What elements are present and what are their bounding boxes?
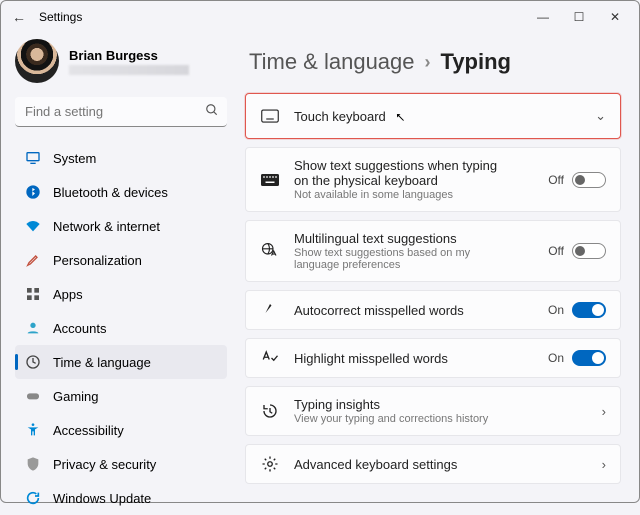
accessibility-icon — [25, 422, 41, 438]
card-title: Typing insights — [294, 397, 588, 412]
sidebar-item-update[interactable]: Windows Update — [15, 481, 227, 515]
user-subline — [69, 65, 189, 75]
clock-globe-icon — [25, 354, 41, 370]
card-subtitle: View your typing and corrections history — [294, 413, 588, 425]
avatar — [15, 39, 59, 83]
back-button[interactable]: ← — [7, 9, 31, 25]
sidebar-item-label: Network & internet — [53, 219, 160, 234]
chevron-right-icon: › — [602, 404, 606, 419]
sidebar-item-accessibility[interactable]: Accessibility — [15, 413, 227, 447]
card-title: Advanced keyboard settings — [294, 457, 588, 472]
card-title: Multilingual text suggestions — [294, 231, 534, 246]
bluetooth-icon — [25, 184, 41, 200]
history-icon — [260, 402, 280, 420]
sidebar-item-apps[interactable]: Apps — [15, 277, 227, 311]
page-title: Typing — [441, 49, 511, 75]
breadcrumb: Time & language › Typing — [249, 49, 621, 75]
sidebar-item-label: Apps — [53, 287, 83, 302]
maximize-button[interactable]: ☐ — [561, 10, 597, 24]
card-highlight-misspelled[interactable]: Highlight misspelled words On — [245, 338, 621, 378]
apps-icon — [25, 286, 41, 302]
spellcheck-icon — [260, 349, 280, 367]
person-icon — [25, 320, 41, 336]
card-autocorrect[interactable]: Autocorrect misspelled words On — [245, 290, 621, 330]
sidebar-item-label: System — [53, 151, 96, 166]
chevron-right-icon: › — [425, 52, 431, 73]
card-multilingual[interactable]: Multilingual text suggestions Show text … — [245, 220, 621, 282]
user-name: Brian Burgess — [69, 48, 189, 63]
sidebar-item-personalization[interactable]: Personalization — [15, 243, 227, 277]
user-block[interactable]: Brian Burgess — [15, 39, 227, 83]
search-icon — [205, 103, 219, 117]
sidebar-item-bluetooth[interactable]: Bluetooth & devices — [15, 175, 227, 209]
toggle-state: On — [548, 303, 564, 317]
card-touch-keyboard[interactable]: Touch keyboard ⌄ ⭦ — [245, 93, 621, 139]
sidebar-item-gaming[interactable]: Gaming — [15, 379, 227, 413]
sidebar-item-system[interactable]: System — [15, 141, 227, 175]
update-icon — [25, 490, 41, 506]
sidebar: Brian Burgess System Bluetooth & devices… — [1, 33, 237, 502]
sidebar-item-label: Windows Update — [53, 491, 151, 506]
sparkle-icon — [260, 301, 280, 319]
sidebar-item-network[interactable]: Network & internet — [15, 209, 227, 243]
gear-icon — [260, 455, 280, 473]
card-subtitle: Show text suggestions based on my langua… — [294, 247, 494, 271]
wifi-icon — [25, 218, 41, 234]
search-input[interactable] — [15, 97, 227, 127]
sidebar-item-label: Privacy & security — [53, 457, 156, 472]
card-typing-insights[interactable]: Typing insights View your typing and cor… — [245, 386, 621, 436]
card-title: Show text suggestions when typing on the… — [294, 158, 514, 188]
breadcrumb-parent[interactable]: Time & language — [249, 49, 415, 75]
sidebar-item-privacy[interactable]: Privacy & security — [15, 447, 227, 481]
sidebar-item-label: Accessibility — [53, 423, 124, 438]
sidebar-item-label: Accounts — [53, 321, 106, 336]
card-title: Highlight misspelled words — [294, 351, 534, 366]
card-subtitle: Not available in some languages — [294, 189, 534, 201]
chevron-right-icon: › — [602, 457, 606, 472]
sidebar-item-label: Personalization — [53, 253, 142, 268]
keyboard-icon — [260, 109, 280, 123]
shield-icon — [25, 456, 41, 472]
titlebar: ← Settings — ☐ ✕ — [1, 1, 639, 33]
main-content: Time & language › Typing Touch keyboard … — [237, 33, 639, 502]
toggle-switch[interactable] — [572, 172, 606, 188]
toggle-switch[interactable] — [572, 243, 606, 259]
card-advanced-keyboard[interactable]: Advanced keyboard settings › — [245, 444, 621, 484]
toggle-state: Off — [548, 173, 564, 187]
minimize-button[interactable]: — — [525, 10, 561, 24]
chevron-down-icon: ⌄ — [595, 108, 606, 124]
toggle-switch[interactable] — [572, 302, 606, 318]
globe-text-icon — [260, 242, 280, 260]
close-button[interactable]: ✕ — [597, 10, 633, 24]
gamepad-icon — [25, 388, 41, 404]
card-title: Autocorrect misspelled words — [294, 303, 534, 318]
monitor-icon — [25, 150, 41, 166]
sidebar-item-label: Gaming — [53, 389, 99, 404]
sidebar-item-time-language[interactable]: Time & language — [15, 345, 227, 379]
toggle-switch[interactable] — [572, 350, 606, 366]
card-physical-suggestions[interactable]: Show text suggestions when typing on the… — [245, 147, 621, 212]
toggle-state: On — [548, 351, 564, 365]
sidebar-item-accounts[interactable]: Accounts — [15, 311, 227, 345]
keyboard-solid-icon — [260, 174, 280, 186]
sidebar-item-label: Bluetooth & devices — [53, 185, 168, 200]
window-title: Settings — [39, 10, 82, 24]
brush-icon — [25, 252, 41, 268]
toggle-state: Off — [548, 244, 564, 258]
card-title: Touch keyboard — [294, 109, 581, 124]
sidebar-item-label: Time & language — [53, 355, 151, 370]
search-box[interactable] — [15, 97, 227, 127]
